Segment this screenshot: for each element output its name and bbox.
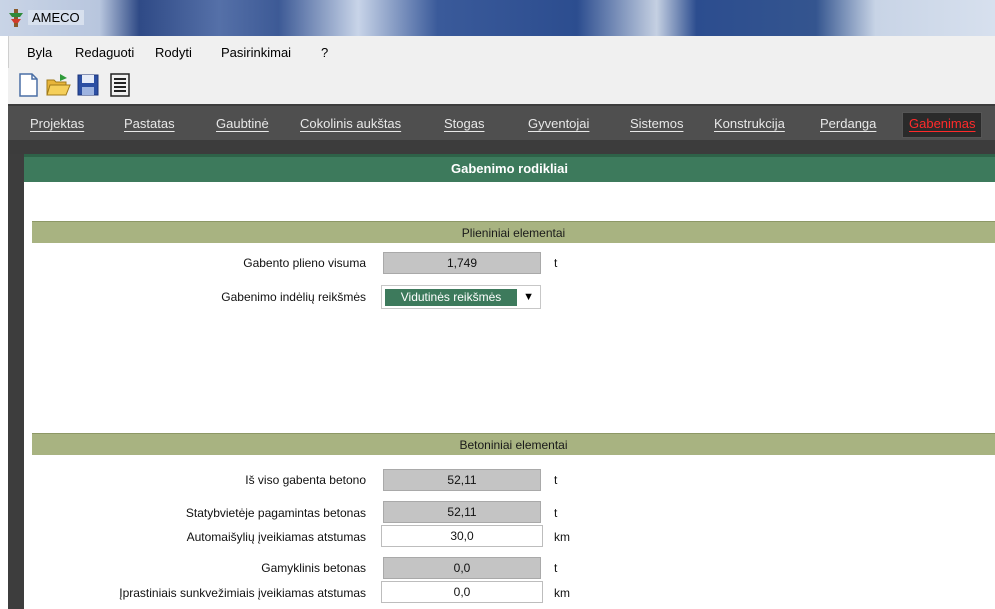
deposit-values-selected: Vidutinės reikšmės xyxy=(385,289,517,306)
concrete-total-field: 52,11 xyxy=(383,469,541,491)
menu-byla[interactable]: Byla xyxy=(27,45,52,60)
toolbar xyxy=(8,68,995,104)
truck-distance-label: Įprastiniais sunkvežimiais įveikiamas at… xyxy=(119,586,366,600)
section-title-concrete: Betoniniai elementai xyxy=(459,438,568,452)
menu-bar: Byla Redaguoti Rodyti Pasirinkimai ? xyxy=(8,36,995,68)
concrete-total-unit: t xyxy=(554,473,558,487)
site-concrete-label: Statybvietėje pagamintas betonas xyxy=(185,506,366,520)
menu-redaguoti[interactable]: Redaguoti xyxy=(75,45,134,60)
factory-concrete-field: 0,0 xyxy=(383,557,541,579)
truck-distance-input[interactable]: 0,0 xyxy=(381,581,543,603)
title-bar: AMECO xyxy=(0,0,995,36)
section-header-concrete: Betoniniai elementai xyxy=(32,433,995,455)
tab-sistemos[interactable]: Sistemos xyxy=(630,116,683,131)
ameco-app-icon xyxy=(9,9,23,27)
factory-concrete-unit: t xyxy=(554,561,558,575)
menu-rodyti[interactable]: Rodyti xyxy=(155,45,192,60)
tab-gyventojai[interactable]: Gyventojai xyxy=(528,116,589,131)
steel-total-unit: t xyxy=(554,256,558,270)
site-concrete-unit: t xyxy=(554,506,558,520)
tab-bar: Projektas Pastatas Gaubtinė Cokolinis au… xyxy=(8,104,995,140)
tab-content-border xyxy=(8,140,995,154)
report-icon[interactable] xyxy=(106,71,134,99)
open-folder-icon[interactable] xyxy=(44,71,72,99)
menu-help[interactable]: ? xyxy=(321,45,328,60)
tab-stogas[interactable]: Stogas xyxy=(444,116,484,131)
page-header: Gabenimo rodikliai xyxy=(24,154,995,182)
tab-projektas[interactable]: Projektas xyxy=(30,116,84,131)
menu-pasirinkimai[interactable]: Pasirinkimai xyxy=(221,45,291,60)
window-title: AMECO xyxy=(28,10,84,25)
factory-concrete-label: Gamyklinis betonas xyxy=(261,561,366,575)
truck-distance-unit: km xyxy=(554,586,570,600)
tab-konstrukcija[interactable]: Konstrukcija xyxy=(714,116,785,131)
concrete-total-label: Iš viso gabenta betono xyxy=(245,473,366,487)
tab-cokolinis-aukstas[interactable]: Cokolinis aukštas xyxy=(300,116,401,131)
steel-total-label: Gabento plieno visuma xyxy=(243,256,366,270)
tab-pastatas[interactable]: Pastatas xyxy=(124,116,175,131)
mixer-distance-label: Automaišylių įveikiamas atstumas xyxy=(186,530,366,544)
section-title-steel: Plieniniai elementai xyxy=(461,226,566,240)
deposit-values-select[interactable]: Vidutinės reikšmės ▼ xyxy=(381,285,541,309)
section-header-steel: Plieniniai elementai xyxy=(32,221,995,243)
chevron-down-icon[interactable]: ▼ xyxy=(523,291,534,303)
save-icon[interactable] xyxy=(74,71,102,99)
tab-gaubtine[interactable]: Gaubtinė xyxy=(216,116,269,131)
left-border xyxy=(8,154,24,609)
page-title: Gabenimo rodikliai xyxy=(450,161,569,176)
tab-perdanga[interactable]: Perdanga xyxy=(820,116,876,131)
mixer-distance-unit: km xyxy=(554,530,570,544)
deposit-values-label: Gabenimo indėlių reikšmės xyxy=(221,290,366,304)
tab-gabenimas[interactable]: Gabenimas xyxy=(902,112,983,138)
mixer-distance-input[interactable]: 30,0 xyxy=(381,525,543,547)
site-concrete-field: 52,11 xyxy=(383,501,541,523)
steel-total-field: 1,749 xyxy=(383,252,541,274)
new-file-icon[interactable] xyxy=(14,71,42,99)
